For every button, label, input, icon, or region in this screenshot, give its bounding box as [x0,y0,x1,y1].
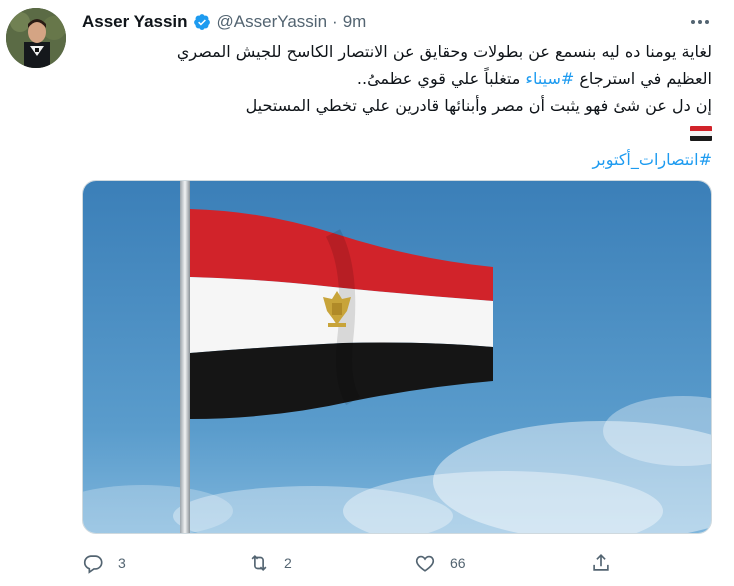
more-options-icon[interactable] [688,10,712,34]
like-button[interactable]: 66 [414,548,466,578]
egypt-flag-photo-icon [83,181,711,533]
tweet-actions-bar: 3 2 66 [82,548,712,578]
tweet-text-line-5: #انتصارات_أكتوبر [82,146,712,173]
reply-icon [83,555,103,574]
heart-icon [415,555,435,572]
author-handle[interactable]: @AsserYassin [217,12,327,32]
tweet-text-segment: متغلباً علي قوي عظمىُ.. [356,69,526,88]
tweet-text-line-4 [82,119,712,146]
reply-count: 3 [118,555,126,571]
separator-dot: · [332,12,338,31]
tweet-text-segment: العظيم في استرجاع [574,69,712,88]
tweet-media-image[interactable] [82,180,712,534]
hashtag-link[interactable]: #انتصارات_أكتوبر [592,150,712,169]
tweet-header: Asser Yassin @AsserYassin · 9m [82,10,366,34]
retweet-count: 2 [284,555,292,571]
share-button[interactable] [590,548,626,578]
avatar[interactable] [6,8,66,68]
author-name[interactable]: Asser Yassin [82,12,188,32]
avatar-image [6,8,66,68]
tweet-text-line-3: إن دل عن شئ فهو يثبت أن مصر وأبنائها قاد… [245,96,712,115]
reply-button[interactable]: 3 [82,548,126,578]
retweet-button[interactable]: 2 [248,548,292,578]
tweet-time[interactable]: 9m [343,12,367,32]
retweet-icon [251,554,267,572]
verified-badge-icon [193,13,211,31]
hashtag-link[interactable]: #سيناء [525,69,574,88]
egypt-flag-icon [690,126,712,141]
tweet-text-line-2: العظيم في استرجاع #سيناء متغلباً علي قوي… [82,65,712,92]
share-icon [593,554,609,571]
tweet-text: لغاية يومنا ده ليه بنسمع عن بطولات وحقاي… [82,38,712,173]
tweet-text-line-1: لغاية يومنا ده ليه بنسمع عن بطولات وحقاي… [176,42,712,61]
like-count: 66 [450,555,466,571]
